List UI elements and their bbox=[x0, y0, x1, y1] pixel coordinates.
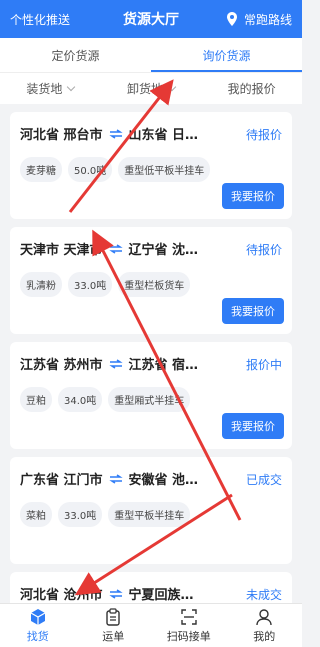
nav-find-cargo[interactable]: 找货 bbox=[0, 604, 76, 647]
filter-bar: 装货地 卸货地 我的报价 bbox=[0, 72, 302, 104]
route: 天津市 天津市 辽宁省 沈… bbox=[20, 239, 282, 258]
quote-button[interactable]: 我要报价 bbox=[222, 183, 284, 209]
cargo-type-tag: 乳清粉 bbox=[20, 272, 62, 297]
cargo-type-tag: 麦芽糖 bbox=[20, 157, 62, 182]
nav-label: 扫码接单 bbox=[166, 629, 211, 643]
route-arrow-icon bbox=[108, 473, 123, 484]
cargo-tags: 麦芽糖 50.0吨 重型低平板半挂车 bbox=[20, 157, 282, 182]
scan-icon bbox=[181, 608, 197, 625]
user-icon bbox=[256, 608, 272, 625]
filter-unloading-place[interactable]: 卸货地 bbox=[101, 80, 202, 97]
filter-label: 我的报价 bbox=[227, 82, 276, 96]
tab-bar: 定价货源 询价货源 bbox=[0, 38, 302, 72]
destination: 山东省 日… bbox=[128, 128, 199, 143]
vehicle-type-tag: 重型平板半挂车 bbox=[108, 502, 191, 527]
nav-scan-order[interactable]: 扫码接单 bbox=[151, 604, 227, 647]
filter-my-quotes[interactable]: 我的报价 bbox=[201, 80, 302, 97]
nav-label: 我的 bbox=[253, 629, 276, 643]
box-icon bbox=[30, 608, 46, 625]
origin: 天津市 天津市 bbox=[20, 243, 103, 258]
status-badge: 待报价 bbox=[245, 128, 282, 142]
destination: 江苏省 宿… bbox=[128, 358, 199, 373]
destination: 宁夏回族… bbox=[128, 588, 194, 603]
status-badge: 报价中 bbox=[245, 358, 282, 372]
weight-tag: 50.0吨 bbox=[68, 157, 113, 182]
route: 广东省 江门市 安徽省 池… bbox=[20, 469, 282, 488]
cargo-tags: 豆粕 34.0吨 重型厢式半挂车 bbox=[20, 387, 282, 412]
origin: 河北省 邢台市 bbox=[20, 128, 103, 143]
destination: 安徽省 池… bbox=[128, 473, 199, 488]
route-arrow-icon bbox=[108, 128, 123, 139]
filter-loading-place[interactable]: 装货地 bbox=[0, 80, 101, 97]
tab-fixed-price[interactable]: 定价货源 bbox=[0, 38, 151, 72]
cargo-card[interactable]: 江苏省 苏州市 江苏省 宿… 报价中 豆粕 34.0吨 重型厢式半挂车 我要报价 bbox=[10, 342, 292, 449]
weight-tag: 33.0吨 bbox=[68, 272, 113, 297]
quote-button[interactable]: 我要报价 bbox=[222, 298, 284, 324]
origin: 河北省 沧州市 bbox=[20, 588, 103, 603]
frequent-routes-button[interactable]: 常跑路线 bbox=[224, 11, 292, 28]
filter-label: 装货地 bbox=[26, 82, 63, 96]
vehicle-type-tag: 重型栏板货车 bbox=[118, 272, 191, 297]
route-arrow-icon bbox=[108, 358, 123, 369]
personalized-push-link[interactable]: 个性化推送 bbox=[10, 11, 70, 28]
chevron-down-icon bbox=[167, 82, 177, 92]
vehicle-type-tag: 重型厢式半挂车 bbox=[108, 387, 191, 412]
clipboard-icon bbox=[106, 607, 120, 626]
cargo-card[interactable]: 河北省 邢台市 山东省 日… 待报价 麦芽糖 50.0吨 重型低平板半挂车 我要… bbox=[10, 112, 292, 219]
cargo-type-tag: 豆粕 bbox=[20, 387, 52, 412]
destination: 辽宁省 沈… bbox=[128, 243, 199, 258]
nav-profile[interactable]: 我的 bbox=[227, 604, 303, 647]
cargo-tags: 乳清粉 33.0吨 重型栏板货车 bbox=[20, 272, 282, 297]
location-pin-icon bbox=[226, 12, 237, 26]
route-arrow-icon bbox=[108, 588, 123, 599]
weight-tag: 33.0吨 bbox=[58, 502, 103, 527]
route-arrow-icon bbox=[108, 243, 123, 254]
cargo-card[interactable]: 河北省 沧州市 宁夏回族… 未成交 bbox=[10, 572, 292, 603]
route: 河北省 邢台市 山东省 日… bbox=[20, 124, 282, 143]
tab-inquiry[interactable]: 询价货源 bbox=[151, 38, 302, 72]
quote-button[interactable]: 我要报价 bbox=[222, 413, 284, 439]
vehicle-type-tag: 重型低平板半挂车 bbox=[118, 157, 211, 182]
nav-label: 运单 bbox=[102, 629, 125, 643]
nav-label: 找货 bbox=[26, 629, 49, 643]
weight-tag: 34.0吨 bbox=[58, 387, 103, 412]
cargo-list[interactable]: 河北省 邢台市 山东省 日… 待报价 麦芽糖 50.0吨 重型低平板半挂车 我要… bbox=[0, 104, 302, 603]
bottom-nav: 找货 运单 扫码接单 我的 bbox=[0, 603, 302, 647]
status-badge: 未成交 bbox=[245, 588, 282, 602]
route: 江苏省 苏州市 江苏省 宿… bbox=[20, 354, 282, 373]
cargo-card[interactable]: 天津市 天津市 辽宁省 沈… 待报价 乳清粉 33.0吨 重型栏板货车 我要报价 bbox=[10, 227, 292, 334]
filter-label: 卸货地 bbox=[127, 82, 164, 96]
frequent-routes-label: 常跑路线 bbox=[243, 12, 292, 27]
status-badge: 待报价 bbox=[245, 243, 282, 257]
cargo-tags: 菜粕 33.0吨 重型平板半挂车 bbox=[20, 502, 282, 527]
route: 河北省 沧州市 宁夏回族… bbox=[20, 584, 282, 603]
status-badge: 已成交 bbox=[245, 473, 282, 487]
top-bar: 个性化推送 货源大厅 常跑路线 bbox=[0, 0, 302, 38]
cargo-type-tag: 菜粕 bbox=[20, 502, 52, 527]
chevron-down-icon bbox=[67, 82, 76, 92]
origin: 广东省 江门市 bbox=[20, 473, 103, 488]
cargo-card[interactable]: 广东省 江门市 安徽省 池… 已成交 菜粕 33.0吨 重型平板半挂车 bbox=[10, 457, 292, 564]
origin: 江苏省 苏州市 bbox=[20, 358, 103, 373]
nav-waybill[interactable]: 运单 bbox=[76, 604, 152, 647]
